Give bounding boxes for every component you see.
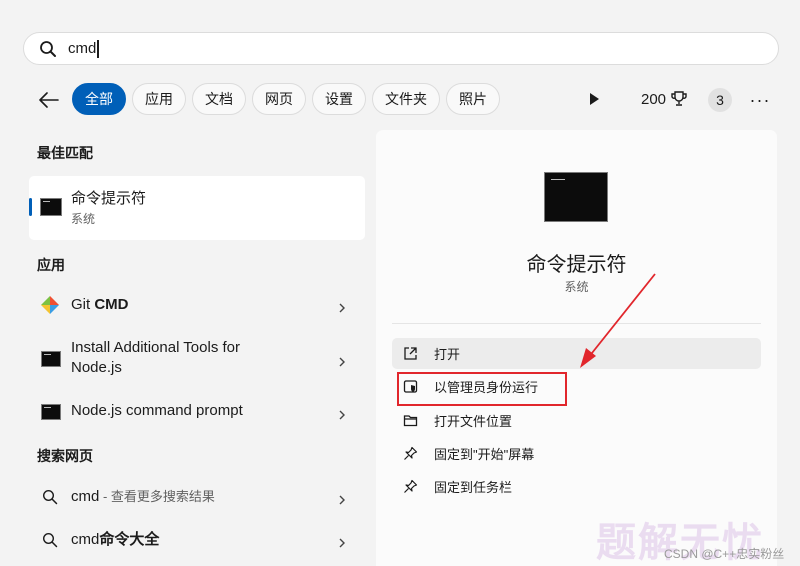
best-match-name: 命令提示符 xyxy=(71,190,147,207)
annotation-highlight-box xyxy=(397,372,567,406)
open-external-icon xyxy=(402,346,418,362)
chevron-right-icon xyxy=(337,492,347,505)
search-box[interactable]: cmd xyxy=(23,32,779,65)
web-search-term: cmd xyxy=(71,531,100,548)
app-item-node-tools[interactable]: Install Additional Tools for Node.js xyxy=(29,336,365,382)
command-prompt-icon xyxy=(41,404,61,420)
back-button[interactable] xyxy=(37,88,61,112)
source-credit: CSDN @C++忠实粉丝 xyxy=(664,547,785,561)
pin-icon xyxy=(402,446,418,462)
selection-indicator xyxy=(29,198,32,216)
search-icon xyxy=(42,489,58,510)
git-diamond-icon xyxy=(40,295,60,320)
more-filters-button[interactable] xyxy=(586,91,602,107)
apps-heading: 应用 xyxy=(37,257,65,273)
action-label: 固定到任务栏 xyxy=(434,480,513,495)
filter-chip-apps[interactable]: 应用 xyxy=(132,83,186,115)
filter-chips: 全部 应用 文档 网页 设置 文件夹 照片 xyxy=(72,83,500,115)
chevron-right-icon xyxy=(337,354,347,367)
points-value: 200 xyxy=(641,90,667,108)
trophy-icon xyxy=(670,90,688,108)
chevron-right-icon xyxy=(337,300,347,313)
play-icon xyxy=(590,93,599,105)
app-name-line1: Install Additional Tools for xyxy=(71,339,240,356)
app-item-node-prompt[interactable]: Node.js command prompt xyxy=(29,392,365,432)
chevron-right-icon xyxy=(337,407,347,420)
search-query-text: cmd xyxy=(68,40,97,57)
action-label: 打开 xyxy=(434,347,461,362)
web-result-item[interactable]: cmd - 查看更多搜索结果 xyxy=(29,477,365,517)
more-options-button[interactable]: ··· xyxy=(750,90,770,110)
search-icon xyxy=(42,532,58,553)
folder-icon xyxy=(402,413,418,429)
web-result-item[interactable]: cmd命令大全 xyxy=(29,520,365,560)
best-match-type: 系统 xyxy=(71,212,96,226)
back-arrow-icon xyxy=(39,92,59,108)
filter-chip-web[interactable]: 网页 xyxy=(252,83,306,115)
filter-chip-photos[interactable]: 照片 xyxy=(446,83,500,115)
command-prompt-large-icon xyxy=(544,172,608,222)
web-search-heading: 搜索网页 xyxy=(37,448,93,464)
filter-chip-all[interactable]: 全部 xyxy=(72,83,126,115)
filter-chip-settings[interactable]: 设置 xyxy=(312,83,366,115)
best-match-heading: 最佳匹配 xyxy=(37,145,93,161)
filter-chip-folders[interactable]: 文件夹 xyxy=(372,83,440,115)
app-name-line2: Node.js xyxy=(71,359,122,376)
action-pin-to-taskbar[interactable]: 固定到任务栏 xyxy=(392,471,761,502)
action-pin-to-start[interactable]: 固定到"开始"屏幕 xyxy=(392,438,761,469)
pin-icon xyxy=(402,479,418,495)
app-item-git-cmd[interactable]: Git CMD xyxy=(29,285,365,325)
annotation-arrow-icon xyxy=(580,273,656,368)
web-search-hint: - 查看更多搜索结果 xyxy=(99,489,215,504)
notification-count-badge[interactable]: 3 xyxy=(708,88,732,112)
web-search-match: 命令大全 xyxy=(99,531,160,548)
web-search-term: cmd xyxy=(71,488,100,505)
search-icon xyxy=(38,39,58,59)
rewards-points[interactable]: 200 xyxy=(641,90,688,108)
app-name: Node.js command prompt xyxy=(71,402,243,419)
app-name-match: CMD xyxy=(94,296,129,313)
command-prompt-icon xyxy=(40,198,62,216)
action-label: 打开文件位置 xyxy=(434,414,513,429)
action-label: 固定到"开始"屏幕 xyxy=(434,447,535,462)
filter-chip-documents[interactable]: 文档 xyxy=(192,83,246,115)
search-input[interactable]: cmd xyxy=(68,39,99,58)
best-match-item[interactable]: 命令提示符 系统 xyxy=(29,176,365,240)
text-caret xyxy=(97,39,99,58)
app-name: Git xyxy=(71,296,95,313)
action-open-file-location[interactable]: 打开文件位置 xyxy=(392,405,761,436)
command-prompt-icon xyxy=(41,351,61,367)
chevron-right-icon xyxy=(337,535,347,548)
